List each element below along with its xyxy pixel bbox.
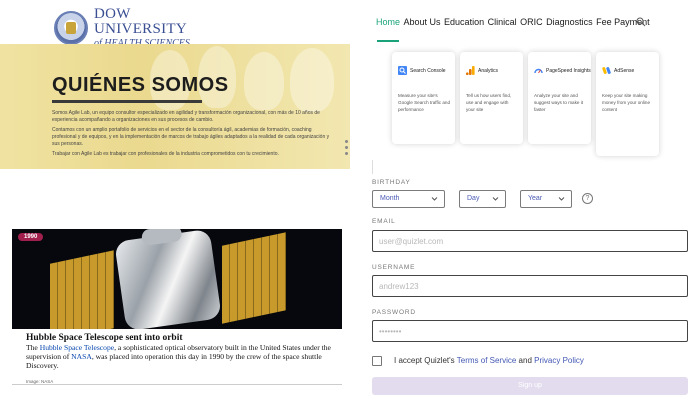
solar-panel-left bbox=[50, 250, 114, 329]
hubble-link[interactable]: Hubble Space Telescope bbox=[40, 343, 114, 352]
tool-description: Keep your site making money from your on… bbox=[602, 93, 651, 112]
tool-card-adsense[interactable]: AdSense Keep your site making money from… bbox=[596, 52, 659, 156]
year-select[interactable]: Year bbox=[520, 190, 572, 208]
hero-banner: QUIÉNES SOMOS Somos Agile Lab, un equipo… bbox=[0, 44, 350, 169]
telescope-body bbox=[114, 229, 222, 329]
tool-card-analytics[interactable]: Analytics Tell us how users find, use an… bbox=[460, 52, 523, 144]
carousel-dot[interactable] bbox=[345, 140, 348, 143]
nav-item-about-us[interactable]: About Us bbox=[404, 17, 441, 27]
hero-paragraph: Somos Agile Lab, un equipo consultor esp… bbox=[52, 110, 320, 123]
day-select-value: Day bbox=[467, 195, 480, 202]
tool-header: Search Console bbox=[398, 66, 446, 75]
image-credit: Image: NASA bbox=[26, 379, 54, 384]
university-logo[interactable]: DOW UNIVERSITY of HEALTH SCIENCES bbox=[54, 7, 214, 49]
birthday-label: BIRTHDAY bbox=[372, 179, 411, 186]
hubble-telescope-image: 1990 bbox=[12, 229, 342, 329]
university-seal-icon bbox=[54, 11, 88, 45]
carousel-dot[interactable] bbox=[345, 152, 348, 155]
pagespeed-icon bbox=[534, 68, 543, 74]
email-field[interactable] bbox=[372, 230, 688, 252]
tool-header: AdSense bbox=[602, 66, 634, 75]
password-field[interactable] bbox=[372, 320, 688, 342]
tool-name: PageSpeed Insights bbox=[546, 67, 591, 74]
page: DOW UNIVERSITY of HEALTH SCIENCES QUIÉNE… bbox=[0, 0, 700, 400]
adsense-icon bbox=[602, 67, 611, 74]
tool-name: AdSense bbox=[614, 67, 635, 74]
tool-header: Analytics bbox=[466, 66, 498, 75]
tool-description: Measure your site's Google Search traffi… bbox=[398, 93, 451, 112]
tool-card-pagespeed[interactable]: PageSpeed Insights Analyze your site and… bbox=[528, 52, 591, 144]
logo-text: DOW UNIVERSITY of HEALTH SCIENCES bbox=[94, 7, 214, 49]
tool-card-search-console[interactable]: Search Console Measure your site's Googl… bbox=[392, 52, 455, 144]
card-body: The Hubble Space Telescope, a sophistica… bbox=[26, 343, 336, 370]
day-select[interactable]: Day bbox=[459, 190, 506, 208]
logo-title: DOW UNIVERSITY bbox=[94, 6, 187, 37]
hero-paragraph: Contamos con un amplio portafolio de ser… bbox=[52, 127, 330, 147]
nav-item-diagnostics[interactable]: Diagnostics bbox=[546, 17, 593, 27]
chevron-down-icon bbox=[431, 197, 438, 201]
hero-title-underline bbox=[52, 100, 202, 103]
chevron-down-icon bbox=[558, 197, 565, 201]
search-console-icon bbox=[398, 66, 407, 75]
hero-title: QUIÉNES SOMOS bbox=[52, 74, 229, 96]
nav-item-home[interactable]: Home bbox=[376, 17, 400, 27]
terms-and: and bbox=[516, 356, 535, 365]
hero-photo-figure bbox=[290, 48, 334, 112]
card-title[interactable]: Hubble Space Telescope sent into orbit bbox=[26, 333, 183, 343]
year-select-value: Year bbox=[528, 195, 543, 202]
carousel-dots[interactable] bbox=[344, 140, 350, 158]
tool-header: PageSpeed Insights bbox=[534, 66, 591, 75]
signup-button[interactable]: Sign up bbox=[372, 377, 688, 395]
nav-item-oric[interactable]: ORIC bbox=[520, 17, 543, 27]
hero-photo-figure bbox=[244, 52, 284, 110]
nav-item-clinical[interactable]: Clinical bbox=[488, 17, 517, 27]
tool-description: Tell us how users find, use and engage w… bbox=[466, 93, 512, 112]
hero-paragraph: Trabajar con Agile Lab es trabajar con p… bbox=[52, 151, 279, 157]
email-label: EMAIL bbox=[372, 218, 396, 225]
terms-of-service-link[interactable]: Terms of Service bbox=[457, 356, 517, 365]
terms-prefix: I accept Quizlet's bbox=[394, 356, 457, 365]
password-label: PASSWORD bbox=[372, 309, 416, 316]
username-label: USERNAME bbox=[372, 264, 416, 271]
search-icon[interactable] bbox=[636, 17, 646, 27]
solar-panel-right bbox=[222, 232, 286, 324]
carousel-dot[interactable] bbox=[345, 146, 348, 149]
terms-text: I accept Quizlet's Terms of Service and … bbox=[394, 356, 584, 365]
nav-item-education[interactable]: Education bbox=[444, 17, 484, 27]
month-select[interactable]: Month bbox=[372, 190, 445, 208]
analytics-icon bbox=[466, 66, 475, 75]
terms-checkbox[interactable] bbox=[372, 356, 382, 366]
card-body-text: The bbox=[26, 343, 40, 352]
main-nav: Home About Us Education Clinical ORIC Di… bbox=[376, 17, 653, 27]
tool-name: Analytics bbox=[478, 67, 499, 74]
news-card[interactable]: 1990 Hubble Space Telescope sent into or… bbox=[12, 229, 342, 385]
nav-active-underline bbox=[377, 40, 399, 42]
help-icon[interactable]: ? bbox=[582, 193, 593, 204]
month-select-value: Month bbox=[380, 195, 400, 202]
nasa-link[interactable]: NASA bbox=[71, 352, 92, 361]
tool-name: Search Console bbox=[410, 67, 446, 74]
chevron-down-icon bbox=[492, 197, 499, 201]
tool-description: Analyze your site and suggest ways to ma… bbox=[534, 93, 584, 112]
divider bbox=[372, 160, 373, 174]
year-badge: 1990 bbox=[18, 233, 44, 241]
username-field[interactable] bbox=[372, 275, 688, 297]
privacy-policy-link[interactable]: Privacy Policy bbox=[534, 356, 584, 365]
